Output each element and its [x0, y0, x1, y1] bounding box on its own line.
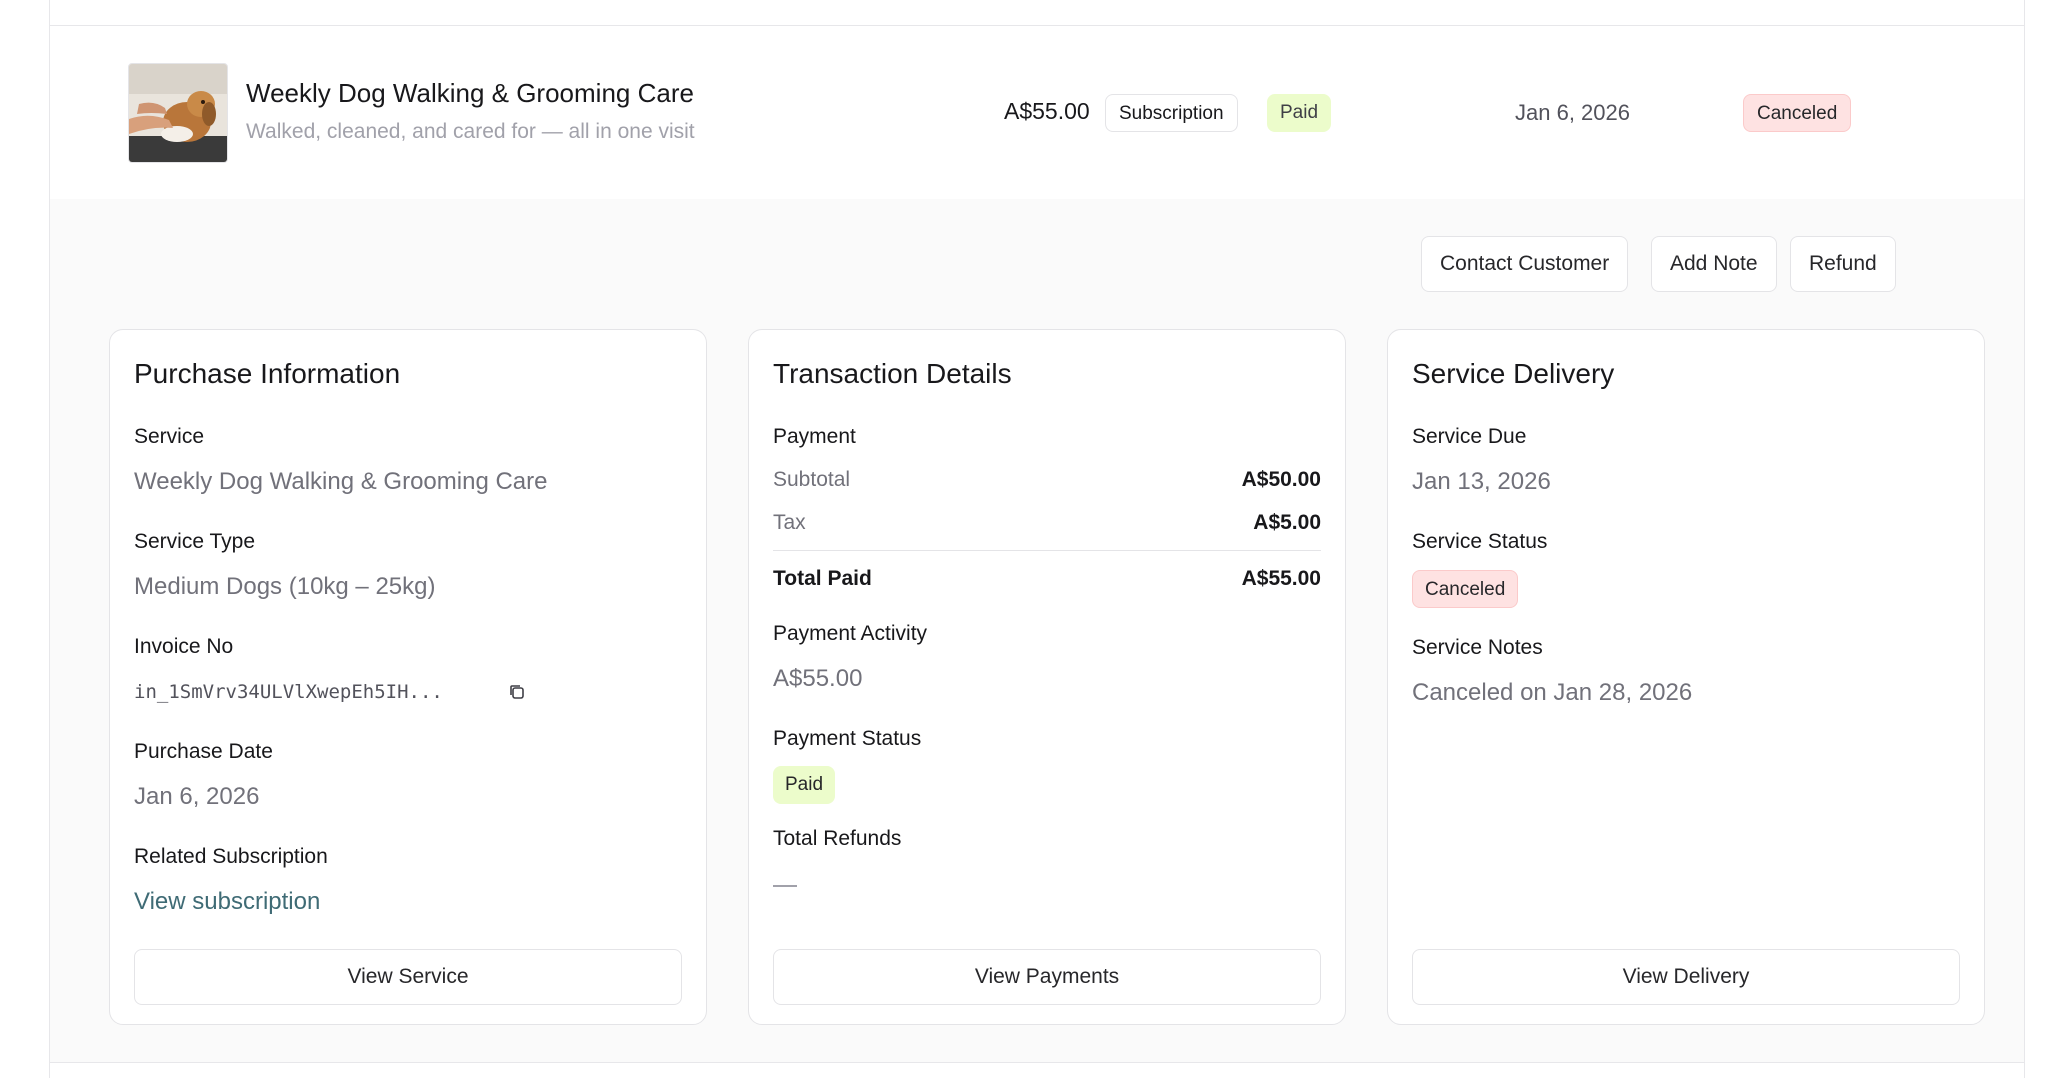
service-value: Weekly Dog Walking & Grooming Care	[134, 468, 548, 495]
invoice-number: in_1SmVrv34ULVlXwepEh5IH...	[134, 681, 443, 703]
order-date: Jan 6, 2026	[1515, 100, 1630, 125]
service-type-value: Medium Dogs (10kg – 25kg)	[134, 573, 436, 600]
total-paid-value: A$55.00	[1241, 567, 1321, 590]
contact-customer-button[interactable]: Contact Customer	[1421, 236, 1629, 292]
total-refunds-label: Total Refunds	[773, 827, 902, 850]
refund-button[interactable]: Refund	[1790, 236, 1896, 292]
copy-icon[interactable]	[507, 682, 527, 702]
total-refunds-empty-dash	[773, 885, 797, 887]
product-thumbnail	[128, 63, 228, 163]
payment-status-badge: Paid	[773, 766, 836, 804]
related-subscription-label: Related Subscription	[134, 845, 328, 868]
service-status-badge: Canceled	[1743, 94, 1852, 132]
purchase-date-value: Jan 6, 2026	[134, 783, 260, 810]
order-details-panel: Contact Customer Add Note Refund Purchas…	[50, 199, 2024, 1062]
purchase-date-label: Purchase Date	[134, 740, 273, 763]
product-subtitle: Walked, cleaned, and cared for — all in …	[246, 120, 695, 143]
subtotal-value: A$50.00	[1241, 468, 1321, 491]
payment-activity-value: A$55.00	[773, 665, 863, 692]
service-due-label: Service Due	[1412, 425, 1527, 448]
card-title: Service Delivery	[1412, 358, 1615, 389]
view-delivery-button[interactable]: View Delivery	[1412, 949, 1960, 1005]
tax-label: Tax	[773, 511, 806, 534]
service-delivery-card: Service Delivery Service Due Jan 13, 202…	[1387, 329, 1985, 1025]
payment-label: Payment	[773, 425, 856, 448]
service-label: Service	[134, 425, 205, 448]
order-list-frame: Weekly Dog Walking & Grooming Care Walke…	[49, 0, 2025, 1078]
order-price: A$55.00	[1004, 98, 1090, 124]
order-row[interactable]: Weekly Dog Walking & Grooming Care Walke…	[50, 26, 2024, 199]
view-subscription-link[interactable]: View subscription	[134, 888, 320, 916]
card-title: Purchase Information	[134, 358, 401, 389]
tax-row: Tax A$5.00	[773, 511, 1321, 535]
total-paid-label: Total Paid	[773, 567, 872, 590]
dog-grooming-image	[129, 64, 227, 162]
service-status-badge: Canceled	[1412, 570, 1519, 608]
subtotal-row: Subtotal A$50.00	[773, 468, 1321, 492]
tax-value: A$5.00	[1253, 511, 1321, 534]
bottom-divider	[50, 1062, 2024, 1063]
payment-activity-label: Payment Activity	[773, 622, 928, 645]
service-notes-label: Service Notes	[1412, 636, 1543, 659]
product-title: Weekly Dog Walking & Grooming Care	[246, 78, 694, 108]
payment-status-label: Payment Status	[773, 727, 922, 750]
service-due-value: Jan 13, 2026	[1412, 468, 1551, 495]
transaction-details-card: Transaction Details Payment Subtotal A$5…	[748, 329, 1346, 1025]
invoice-label: Invoice No	[134, 635, 234, 658]
payment-status-badge: Paid	[1267, 94, 1332, 132]
view-payments-button[interactable]: View Payments	[773, 949, 1321, 1005]
total-paid-row: Total Paid A$55.00	[773, 567, 1321, 591]
card-title: Transaction Details	[773, 358, 1012, 389]
purchase-information-card: Purchase Information Service Weekly Dog …	[109, 329, 707, 1025]
view-service-button[interactable]: View Service	[134, 949, 682, 1005]
totals-divider	[773, 550, 1321, 551]
service-type-label: Service Type	[134, 530, 256, 553]
add-note-button[interactable]: Add Note	[1651, 236, 1777, 292]
service-notes-value: Canceled on Jan 28, 2026	[1412, 679, 1693, 706]
service-status-label: Service Status	[1412, 530, 1548, 553]
billing-type-badge: Subscription	[1105, 94, 1238, 132]
subtotal-label: Subtotal	[773, 468, 851, 491]
